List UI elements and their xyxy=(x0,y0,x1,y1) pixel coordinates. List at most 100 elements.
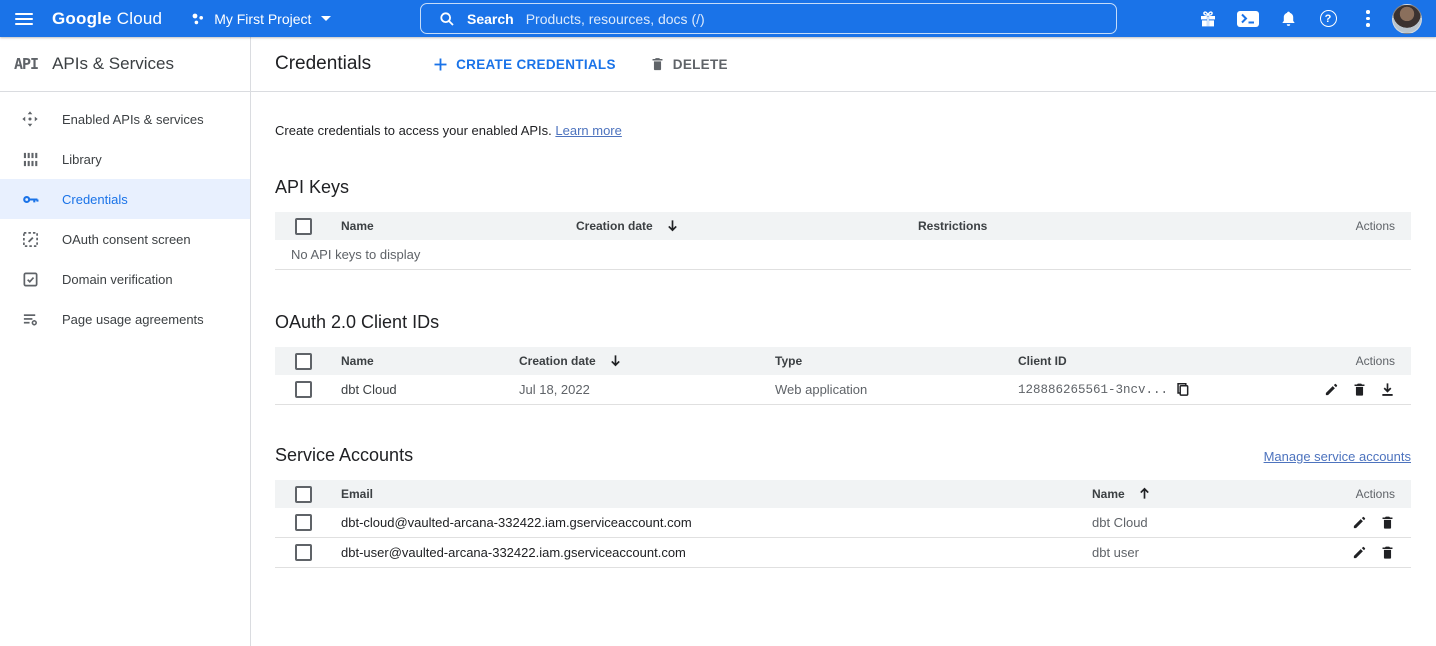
apis-services-icon: API xyxy=(14,55,38,73)
service-account-email: dbt-user@vaulted-arcana-332422.iam.gserv… xyxy=(341,545,1092,560)
select-all-checkbox[interactable] xyxy=(295,353,312,370)
empty-message: No API keys to display xyxy=(275,247,1411,262)
gift-icon[interactable] xyxy=(1188,0,1228,37)
row-checkbox[interactable] xyxy=(295,381,312,398)
avatar[interactable] xyxy=(1392,4,1422,34)
sidebar-title: APIs & Services xyxy=(52,54,174,74)
cloud-shell-icon[interactable] xyxy=(1228,0,1268,37)
edit-icon[interactable] xyxy=(1352,515,1367,530)
service-accounts-table: Email Name Actions dbt-cloud@vaulted-arc… xyxy=(275,480,1411,568)
create-credentials-button[interactable]: CREATE CREDENTIALS xyxy=(423,51,626,78)
topbar-actions: ? xyxy=(1188,0,1430,37)
logo-cloud-text: Cloud xyxy=(117,9,162,29)
select-all-checkbox[interactable] xyxy=(295,218,312,235)
api-keys-table: Name Creation date Restrictions Actions … xyxy=(275,212,1411,270)
table-header-row: Email Name Actions xyxy=(275,480,1411,508)
sidebar-item-label: Enabled APIs & services xyxy=(62,112,204,127)
column-header-actions: Actions xyxy=(1301,354,1411,368)
sidebar-item-label: Page usage agreements xyxy=(62,312,204,327)
consent-screen-icon xyxy=(20,231,40,248)
chevron-down-icon xyxy=(321,16,331,21)
select-all-checkbox[interactable] xyxy=(295,486,312,503)
column-header-name[interactable]: Name xyxy=(341,354,519,368)
page-header-row: API APIs & Services Credentials CREATE C… xyxy=(0,37,1436,92)
edit-icon[interactable] xyxy=(1324,382,1339,397)
column-header-creation-date[interactable]: Creation date xyxy=(576,219,918,233)
client-id-value: 128886265561-3ncv... xyxy=(1018,383,1168,397)
plus-icon xyxy=(433,57,448,72)
learn-more-link[interactable]: Learn more xyxy=(555,123,621,138)
column-header-actions: Actions xyxy=(1321,219,1411,233)
column-header-actions: Actions xyxy=(1321,487,1411,501)
column-header-client-id[interactable]: Client ID xyxy=(1018,354,1301,368)
row-checkbox[interactable] xyxy=(295,514,312,531)
sidebar-nav: Enabled APIs & services Library Credenti… xyxy=(0,92,251,646)
column-header-creation-date[interactable]: Creation date xyxy=(519,354,775,368)
project-selector[interactable]: My First Project xyxy=(190,11,331,27)
help-icon[interactable]: ? xyxy=(1308,0,1348,37)
table-row: dbt-cloud@vaulted-arcana-332422.iam.gser… xyxy=(275,508,1411,538)
column-header-name[interactable]: Name xyxy=(1092,487,1321,501)
domain-verification-icon xyxy=(20,271,40,288)
page-header: Credentials CREATE CREDENTIALS DELETE xyxy=(251,37,1436,91)
notifications-icon[interactable] xyxy=(1268,0,1308,37)
table-row: dbt-user@vaulted-arcana-332422.iam.gserv… xyxy=(275,538,1411,568)
delete-icon[interactable] xyxy=(1380,545,1395,560)
table-row: dbt Cloud Jul 18, 2022 Web application 1… xyxy=(275,375,1411,405)
sort-descending-icon xyxy=(609,354,622,367)
service-account-name: dbt user xyxy=(1092,545,1321,560)
oauth-clients-heading: OAuth 2.0 Client IDs xyxy=(275,312,1411,333)
key-icon xyxy=(20,190,40,209)
row-checkbox[interactable] xyxy=(295,544,312,561)
agreements-icon xyxy=(20,311,40,328)
copy-icon[interactable] xyxy=(1176,382,1190,397)
sidebar-item-library[interactable]: Library xyxy=(0,139,250,179)
client-creation-date: Jul 18, 2022 xyxy=(519,382,775,397)
service-accounts-heading: Service Accounts xyxy=(275,445,413,466)
sidebar-item-label: OAuth consent screen xyxy=(62,232,191,247)
project-name: My First Project xyxy=(214,11,311,27)
search-input[interactable]: Search Products, resources, docs (/) xyxy=(420,3,1117,34)
menu-icon[interactable] xyxy=(0,0,48,37)
api-keys-heading: API Keys xyxy=(275,177,1411,198)
delete-icon[interactable] xyxy=(1352,382,1367,397)
google-cloud-logo[interactable]: Google Cloud xyxy=(52,9,162,29)
download-icon[interactable] xyxy=(1380,382,1395,397)
search-placeholder: Products, resources, docs (/) xyxy=(526,11,705,27)
table-header-row: Name Creation date Type Client ID Action… xyxy=(275,347,1411,375)
client-name: dbt Cloud xyxy=(341,382,519,397)
sidebar-item-label: Credentials xyxy=(62,192,128,207)
page-description: Create credentials to access your enable… xyxy=(275,123,1411,138)
sidebar-item-label: Library xyxy=(62,152,102,167)
client-type: Web application xyxy=(775,382,1018,397)
logo-google-text: Google xyxy=(52,9,112,29)
sidebar-item-domain-verification[interactable]: Domain verification xyxy=(0,259,250,299)
sidebar-item-credentials[interactable]: Credentials xyxy=(0,179,250,219)
oauth-clients-table: Name Creation date Type Client ID Action… xyxy=(275,347,1411,405)
sidebar-item-enabled-apis[interactable]: Enabled APIs & services xyxy=(0,99,250,139)
column-header-name[interactable]: Name xyxy=(341,219,576,233)
library-icon xyxy=(20,151,40,168)
column-header-restrictions[interactable]: Restrictions xyxy=(918,219,1321,233)
empty-row: No API keys to display xyxy=(275,240,1411,270)
enabled-apis-icon xyxy=(20,110,40,128)
project-icon xyxy=(190,11,206,27)
service-account-email: dbt-cloud@vaulted-arcana-332422.iam.gser… xyxy=(341,515,1092,530)
delete-icon[interactable] xyxy=(1380,515,1395,530)
main-content: Create credentials to access your enable… xyxy=(251,92,1436,646)
column-header-type[interactable]: Type xyxy=(775,354,1018,368)
edit-icon[interactable] xyxy=(1352,545,1367,560)
sidebar-item-oauth-consent[interactable]: OAuth consent screen xyxy=(0,219,250,259)
column-header-email[interactable]: Email xyxy=(341,487,1092,501)
sidebar-item-page-usage-agreements[interactable]: Page usage agreements xyxy=(0,299,250,339)
more-icon[interactable] xyxy=(1348,0,1388,37)
service-account-name: dbt Cloud xyxy=(1092,515,1321,530)
sort-descending-icon xyxy=(666,219,679,232)
page-title: Credentials xyxy=(275,53,371,75)
sidebar-header: API APIs & Services xyxy=(0,37,251,91)
manage-service-accounts-link[interactable]: Manage service accounts xyxy=(1264,449,1411,464)
search-label: Search xyxy=(467,11,514,27)
delete-button[interactable]: DELETE xyxy=(640,50,738,78)
trash-icon xyxy=(650,56,665,72)
topbar: Google Cloud My First Project Search Pro… xyxy=(0,0,1436,37)
